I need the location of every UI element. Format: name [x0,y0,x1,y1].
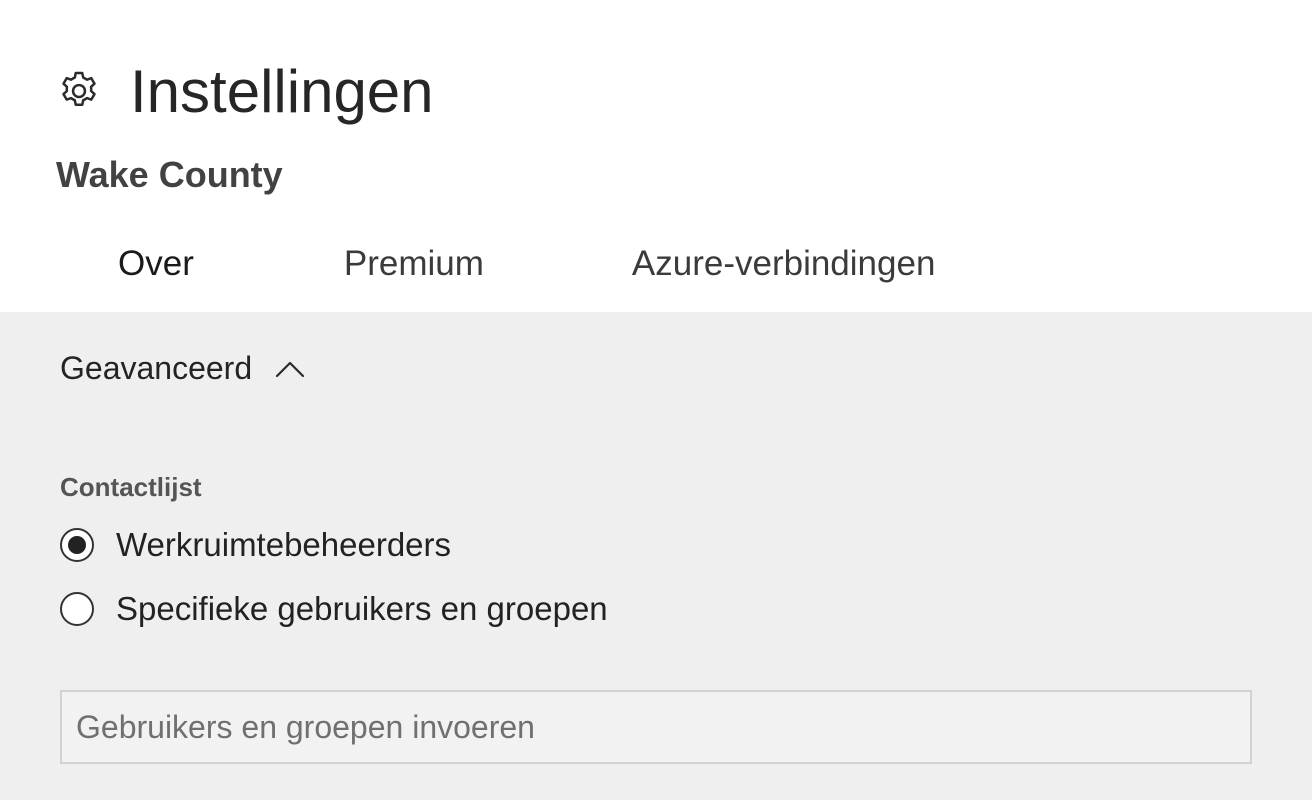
radio-specific-users-groups-label: Specifieke gebruikers en groepen [116,590,608,627]
page-title: Instellingen [130,57,434,125]
tab-premium[interactable]: Premium [344,244,484,284]
radio-specific-users-groups[interactable]: Specifieke gebruikers en groepen [60,590,608,628]
title-row: Instellingen [56,56,434,126]
advanced-section-label: Geavanceerd [60,350,253,386]
settings-tabs: Over Premium Azure-verbindingen [118,244,935,284]
radio-button-selected[interactable] [60,528,94,562]
tab-azure-connections[interactable]: Azure-verbindingen [632,244,936,284]
radio-button-unselected[interactable] [60,592,94,626]
users-groups-input[interactable] [62,692,1250,762]
users-groups-input-container [60,690,1252,764]
contact-list-label: Contactlijst [60,472,202,502]
settings-header: Instellingen Wake County Over Premium Az… [0,0,1312,312]
chevron-up-icon [274,358,306,380]
radio-workspace-admins-label: Werkruimtebeheerders [116,526,452,563]
radio-dot [68,536,86,554]
workspace-name: Wake County [56,154,283,195]
advanced-section-toggle[interactable]: Geavanceerd [60,350,306,387]
radio-workspace-admins[interactable]: Werkruimtebeheerders [60,526,451,564]
gear-icon [56,68,102,114]
settings-panel: Geavanceerd Contactlijst Werkruimtebehee… [0,312,1312,800]
tab-over[interactable]: Over [118,244,194,284]
